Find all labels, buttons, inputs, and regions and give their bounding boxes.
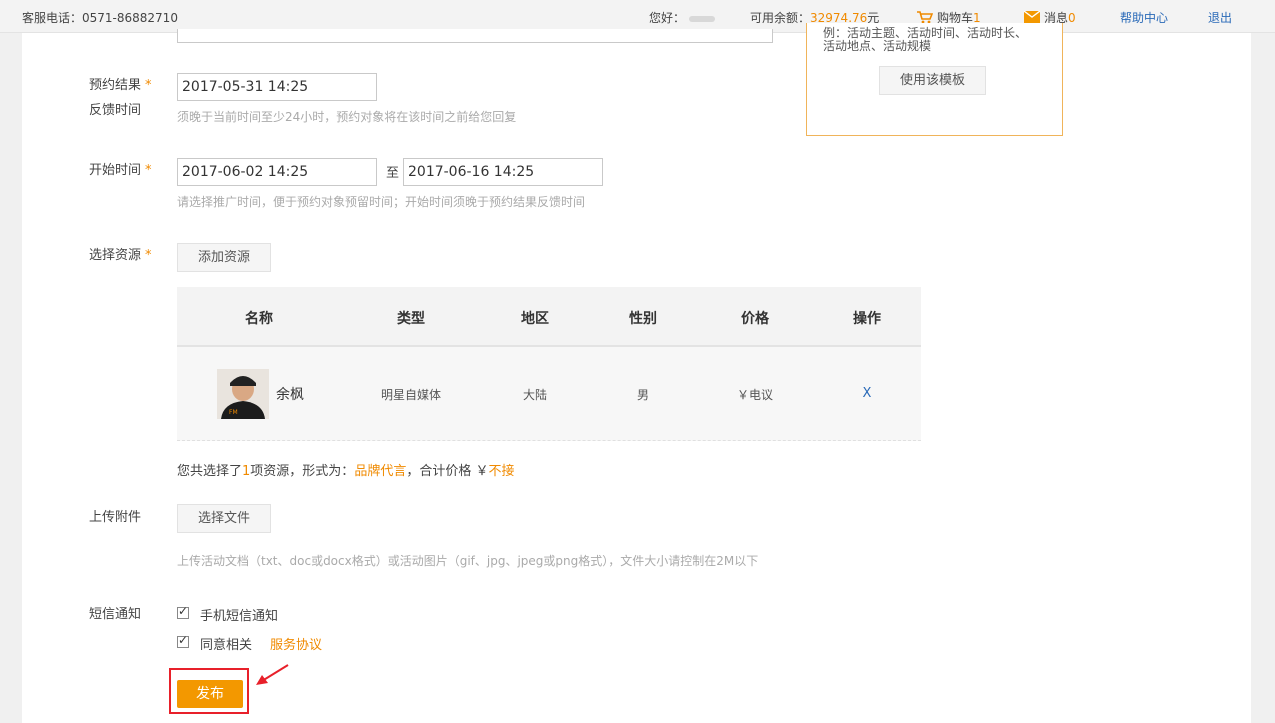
- required-star: *: [145, 163, 152, 178]
- feedback-time-label: 预约结果 *: [89, 73, 152, 98]
- summary-prefix: 您共选择了: [177, 464, 243, 479]
- greeting-label: 您好：: [649, 11, 686, 25]
- table-header: 名称 类型 地区 性别 价格 操作: [177, 287, 921, 347]
- col-action: 操作: [853, 311, 881, 327]
- start-time-from-input[interactable]: 2017-06-02 14:25: [177, 158, 377, 186]
- service-agreement-link[interactable]: 服务协议: [270, 634, 322, 653]
- avatar: FM: [217, 369, 269, 419]
- summary-total-label: ，合计价格 ￥: [406, 464, 489, 479]
- col-gender: 性别: [629, 311, 657, 327]
- start-time-to-input[interactable]: 2017-06-16 14:25: [403, 158, 603, 186]
- balance-label: 可用余额：: [750, 11, 811, 25]
- col-price: 价格: [741, 311, 769, 327]
- upload-label: 上传附件: [89, 510, 142, 525]
- logout-link[interactable]: 退出: [1208, 9, 1232, 26]
- selection-summary: 您共选择了1项资源，形式为：品牌代言，合计价格 ￥不接: [177, 460, 514, 479]
- summary-total-value: 不接: [488, 464, 515, 479]
- summary-middle: 项资源，形式为：: [250, 464, 355, 479]
- use-template-button[interactable]: 使用该模板: [879, 66, 986, 95]
- avatar-image: FM: [217, 369, 269, 419]
- range-separator: 至: [386, 166, 400, 181]
- publish-button[interactable]: 发布: [177, 680, 243, 708]
- start-label-text: 开始时间: [89, 163, 142, 178]
- cell-name: 余枫: [276, 387, 304, 403]
- cell-region: 大陆: [522, 388, 547, 402]
- sms-label: 短信通知: [89, 607, 142, 622]
- remove-resource-button[interactable]: X: [837, 386, 897, 401]
- pointer-arrow-icon: [256, 664, 289, 685]
- required-star: *: [145, 78, 152, 93]
- username-masked: [689, 15, 716, 22]
- start-time-hint: 请选择推广时间，便于预约对象预留时间；开始时间须晚于预约结果反馈时间: [177, 195, 586, 209]
- cell-gender: 男: [636, 388, 649, 402]
- col-name: 名称: [245, 311, 273, 327]
- resource-label: 选择资源 *: [89, 243, 152, 268]
- form-panel: 例：活动主题、活动时间、活动时长、 活动地点、活动规模 使用该模板 预约结果 * …: [22, 23, 1251, 723]
- resource-label-text: 选择资源: [89, 248, 142, 263]
- template-text-2: 活动地点、活动规模: [823, 39, 932, 53]
- required-star: *: [145, 248, 152, 263]
- feedback-time-input[interactable]: 2017-05-31 14:25: [177, 73, 377, 101]
- choose-file-button[interactable]: 选择文件: [177, 504, 271, 533]
- resource-table: 名称 类型 地区 性别 价格 操作 FM 余枫 明星自媒体 大陆 男 ￥电议 X: [177, 287, 921, 441]
- row-divider: [177, 440, 921, 441]
- agree-checkbox-label: 同意相关: [200, 638, 253, 653]
- feedback-label-line2: 反馈时间: [89, 103, 142, 118]
- add-resource-button[interactable]: 添加资源: [177, 243, 271, 272]
- help-center-link[interactable]: 帮助中心: [1120, 9, 1168, 26]
- template-box: 例：活动主题、活动时间、活动时长、 活动地点、活动规模 使用该模板: [806, 23, 1063, 136]
- cell-price: ￥电议: [736, 388, 773, 402]
- sms-checkbox[interactable]: [177, 604, 189, 619]
- col-region: 地区: [521, 311, 549, 327]
- start-time-label: 开始时间 *: [89, 158, 152, 183]
- hotline-text: 客服电话：0571-86882710: [22, 11, 178, 25]
- summary-form: 品牌代言: [354, 464, 407, 479]
- feedback-label-line1: 预约结果: [89, 78, 142, 93]
- feedback-time-hint: 须晚于当前时间至少24小时，预约对象将在该时间之前给您回复: [177, 110, 517, 124]
- agree-checkbox[interactable]: [177, 633, 189, 648]
- sms-checkbox-label: 手机短信通知: [200, 609, 279, 624]
- upload-hint: 上传活动文档（txt、doc或docx格式）或活动图片（gif、jpg、jpeg…: [177, 554, 759, 568]
- svg-text:FM: FM: [229, 409, 238, 416]
- col-type: 类型: [397, 311, 425, 327]
- cell-type: 明星自媒体: [380, 388, 441, 402]
- greeting: 您好：: [649, 9, 716, 26]
- messages-count: 0: [1068, 11, 1076, 25]
- description-textarea[interactable]: [177, 29, 773, 43]
